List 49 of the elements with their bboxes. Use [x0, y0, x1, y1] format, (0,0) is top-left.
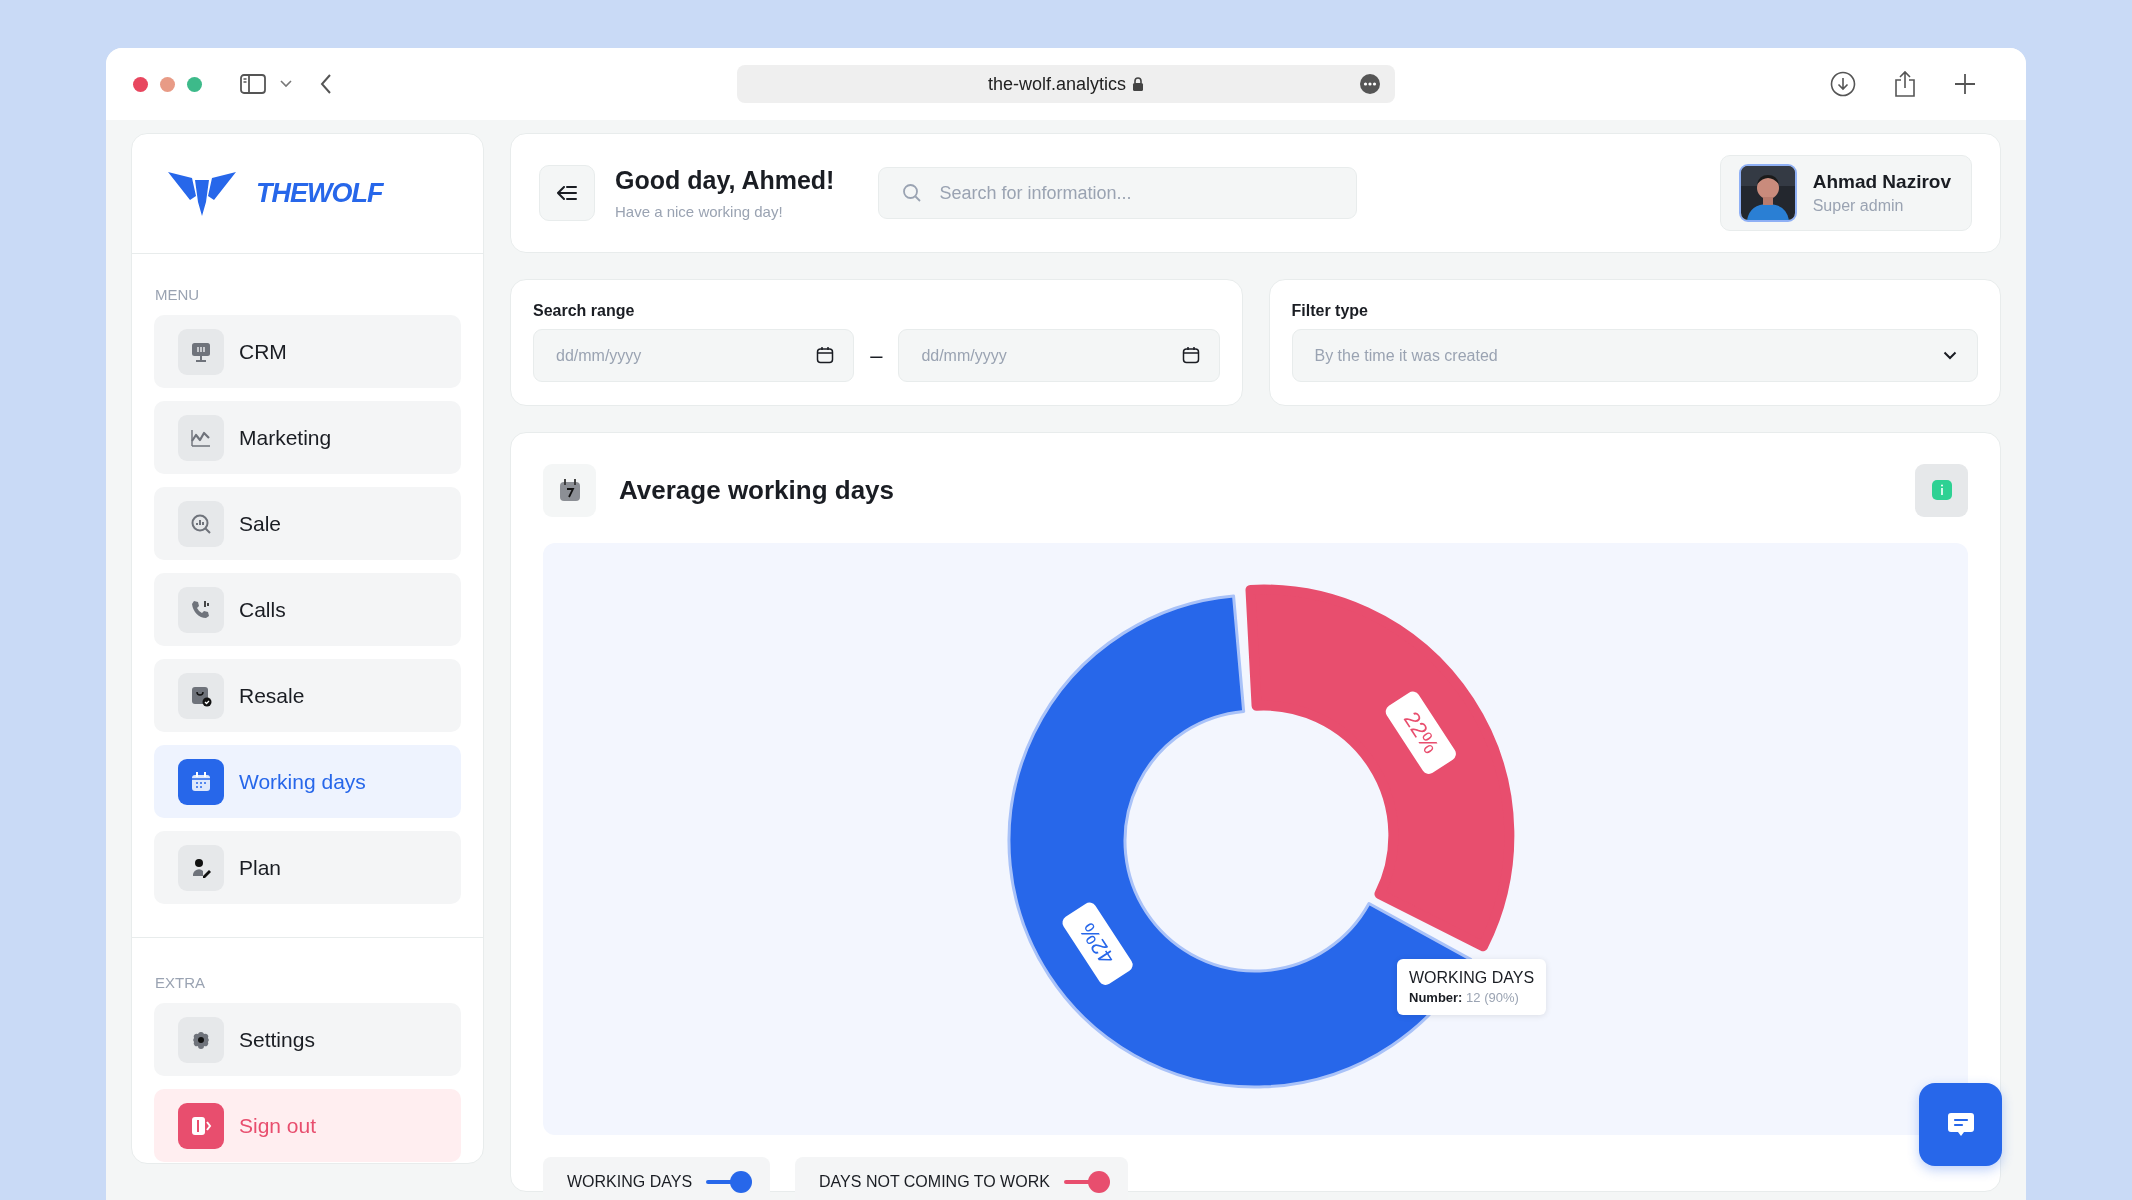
chart-title: Average working days	[619, 474, 895, 506]
sidebar-item[interactable]: Sale	[154, 487, 461, 560]
more-icon[interactable]	[1359, 73, 1381, 95]
sidebar-item[interactable]: CRM	[154, 315, 461, 388]
sidebar-item[interactable]: Calls	[154, 573, 461, 646]
download-icon[interactable]	[1830, 71, 1856, 97]
toggle-switch[interactable]	[1063, 1171, 1110, 1193]
date-field[interactable]: dd/mm/yyyy	[533, 329, 855, 382]
lock-icon	[1132, 76, 1145, 92]
toggle-switch[interactable]	[706, 1171, 753, 1193]
sidebar-item[interactable]: Plan	[154, 831, 461, 904]
info-icon	[1931, 480, 1952, 500]
sidebar-item[interactable]: Marketing	[154, 401, 461, 474]
field-label: Search range	[533, 302, 636, 320]
donut-slice[interactable]	[1245, 584, 1515, 952]
search-field[interactable]: Search for information...	[878, 167, 1358, 219]
tooltip-value: Number: 12 (90%)	[1409, 990, 1520, 1005]
collapse-icon	[557, 186, 577, 200]
sidebar-item[interactable]: Resale	[154, 659, 461, 732]
sidebar-item[interactable]: Settings	[154, 1003, 461, 1076]
share-icon[interactable]	[1894, 70, 1916, 98]
range-separator: –	[870, 342, 883, 369]
field-label: Filter type	[1291, 302, 1369, 320]
url-text: the-wolf.analytics	[987, 73, 1127, 95]
section-heading: MENU	[155, 286, 201, 303]
chat-button[interactable]	[1919, 1083, 2002, 1166]
calendar-icon	[189, 769, 213, 794]
user-role: Super admin	[1812, 197, 1905, 215]
greeting-title: Good day, Ahmed!	[615, 166, 835, 195]
tooltip-title: WORKING DAYS	[1409, 969, 1535, 987]
calendar-icon	[816, 346, 835, 364]
back-icon[interactable]	[320, 74, 332, 94]
address-bar[interactable]: the-wolf.analytics	[737, 65, 1395, 103]
calendar-icon	[558, 478, 581, 502]
chevron-down-icon	[1943, 351, 1957, 360]
user-name: Ahmad Nazirov	[1812, 171, 1951, 193]
logo-text: THEWOLF	[256, 178, 383, 209]
date-field[interactable]: dd/mm/yyyy	[898, 329, 1220, 382]
profile-card[interactable]: Ahmad Nazirov Super admin	[1719, 155, 1972, 231]
greeting-subtitle: Have a nice working day!	[615, 203, 784, 220]
section-heading: EXTRA	[155, 974, 206, 991]
new-tab-icon[interactable]	[1954, 73, 1976, 95]
search-icon	[902, 183, 923, 203]
sidebar-item[interactable]: Working days	[154, 745, 461, 818]
chevron-down-icon[interactable]	[280, 80, 292, 88]
close-window-button[interactable]	[133, 76, 148, 92]
sidebar-toggle-icon[interactable]	[240, 74, 266, 94]
calendar-icon	[1181, 346, 1200, 364]
collapse-sidebar-button[interactable]	[539, 165, 595, 221]
